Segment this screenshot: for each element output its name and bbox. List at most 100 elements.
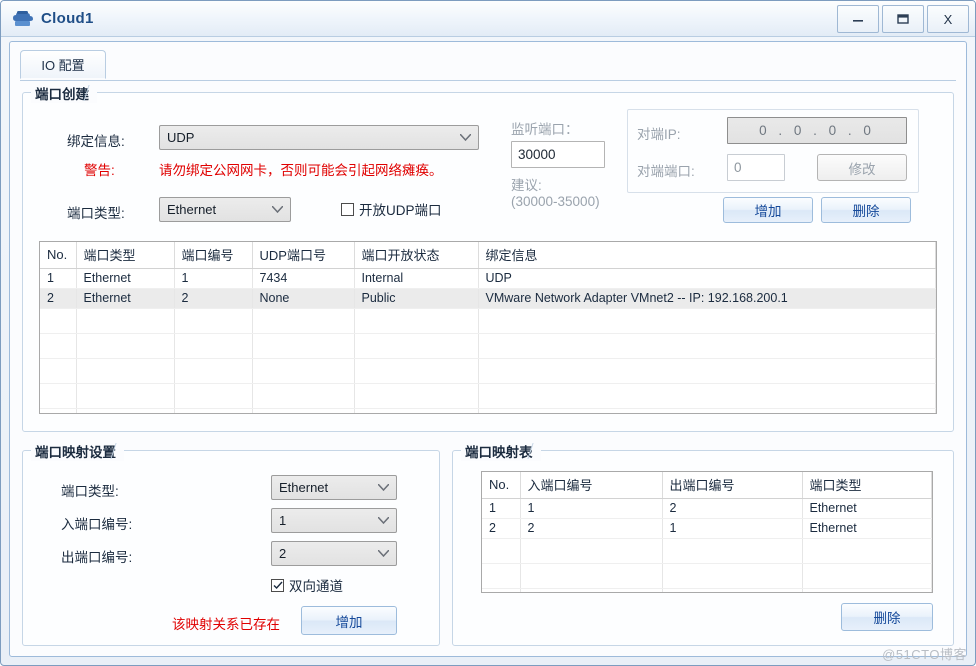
column-header-0[interactable]: No. [40, 242, 77, 269]
tab-io-config-label: IO 配置 [41, 58, 85, 73]
cloud-icon [13, 10, 33, 26]
table-cell-0: 1 [40, 268, 77, 289]
suggest-range: (30000-35000) [511, 194, 600, 209]
port-create-title: 端口创建 [31, 83, 97, 103]
listen-port-input[interactable]: 30000 [511, 141, 605, 168]
table-cell-empty [174, 358, 253, 384]
peer-ip-label: 对端IP: [637, 127, 681, 142]
out-port-value: 2 [279, 546, 287, 561]
column-header-1[interactable]: 入端口编号 [520, 472, 663, 499]
mapping-settings-title: 端口映射设置 [31, 441, 124, 461]
check-icon [273, 581, 283, 589]
mapping-table-title: 端口映射表 [461, 441, 541, 461]
column-header-3[interactable]: 端口类型 [802, 472, 932, 499]
modify-button[interactable]: 修改 [817, 154, 907, 181]
table-cell-0: 2 [40, 288, 77, 309]
bidirectional-checkbox[interactable]: 双向通道 [271, 575, 343, 595]
mapping-error-text: 该映射关系已存在 [172, 617, 280, 632]
port-type-select[interactable]: Ethernet [159, 197, 291, 222]
mapping-add-button[interactable]: 增加 [301, 606, 397, 635]
in-port-value: 1 [279, 513, 287, 528]
maximize-icon [897, 14, 909, 24]
table-row-empty[interactable] [40, 308, 936, 334]
table-cell-1: 1 [520, 498, 663, 519]
close-button[interactable]: X [927, 5, 969, 33]
column-header-3[interactable]: UDP端口号 [252, 242, 355, 269]
table-cell-2: 1 [174, 268, 253, 289]
tab-strip: IO 配置 [20, 50, 956, 81]
table-cell-1: Ethernet [76, 288, 175, 309]
table-row-empty[interactable] [482, 538, 932, 564]
open-udp-checkbox[interactable]: 开放UDP端口 [341, 199, 442, 219]
table-cell-empty [354, 383, 479, 409]
table-cell-1: Ethernet [76, 268, 175, 289]
column-header-2[interactable]: 端口编号 [174, 242, 253, 269]
table-row-empty[interactable] [40, 333, 936, 359]
column-header-0[interactable]: No. [482, 472, 521, 499]
mapping-port-type-select[interactable]: Ethernet [271, 475, 397, 500]
table-cell-empty [174, 333, 253, 359]
suggest-label: 建议: [511, 178, 542, 193]
table-row[interactable]: 2 2 1 Ethernet [482, 518, 932, 539]
table-cell-empty [478, 408, 936, 413]
modify-label: 修改 [848, 161, 876, 177]
table-row[interactable]: 1 1 2 Ethernet [482, 498, 932, 519]
tab-io-config[interactable]: IO 配置 [20, 50, 106, 79]
mapping-table-group: 端口映射表 No. 入端口编号 出端口编号 端口类型 1 1 2 Ethernet 2 2 1 Et… [452, 441, 954, 646]
table-row-empty[interactable] [482, 588, 932, 592]
listen-port-value: 30000 [518, 147, 556, 162]
table-cell-2: 2 [174, 288, 253, 309]
table-row[interactable]: 1 Ethernet 1 7434 Internal UDP [40, 268, 936, 289]
peer-port-label: 对端端口: [637, 164, 695, 179]
mapping-delete-button[interactable]: 删除 [841, 603, 933, 631]
peer-port-value: 0 [734, 160, 742, 175]
table-cell-empty [354, 333, 479, 359]
maximize-button[interactable] [882, 5, 924, 33]
in-port-label: 入端口编号: [61, 517, 133, 532]
binding-info-label: 绑定信息: [67, 134, 125, 149]
out-port-select[interactable]: 2 [271, 541, 397, 566]
table-cell-1: 2 [520, 518, 663, 539]
table-cell-empty [76, 358, 175, 384]
out-port-label: 出端口编号: [61, 550, 133, 565]
table-cell-empty [482, 588, 521, 592]
mapping-table-grid: No. 入端口编号 出端口编号 端口类型 1 1 2 Ethernet 2 2 1 Ethernet [482, 472, 932, 592]
table-cell-empty [40, 358, 77, 384]
add-port-button[interactable]: 增加 [723, 197, 813, 223]
binding-info-select[interactable]: UDP [159, 125, 479, 150]
mapping-table[interactable]: No. 入端口编号 出端口编号 端口类型 1 1 2 Ethernet 2 2 1 Ethernet [481, 471, 933, 593]
table-cell-empty [662, 588, 803, 592]
minimize-button[interactable] [837, 5, 879, 33]
mapping-settings-group: 端口映射设置 端口类型: Ethernet 入端口编号: 1 出端口编号: 2 [22, 441, 440, 646]
table-cell-empty [662, 538, 803, 564]
table-cell-empty [174, 408, 253, 413]
peer-ip-input[interactable]: 0 . 0 . 0 . 0 [727, 117, 907, 144]
chevron-down-icon [272, 206, 283, 213]
column-header-5[interactable]: 绑定信息 [478, 242, 936, 269]
chevron-down-icon [378, 550, 389, 557]
table-cell-empty [76, 383, 175, 409]
watermark: @51CTO博客 [882, 647, 967, 662]
table-cell-empty [354, 358, 479, 384]
table-row-empty[interactable] [40, 383, 936, 409]
mapping-port-type-value: Ethernet [279, 480, 329, 495]
table-row-empty[interactable] [40, 358, 936, 384]
delete-port-label: 删除 [852, 204, 880, 219]
column-header-1[interactable]: 端口类型 [76, 242, 175, 269]
table-row[interactable]: 2 Ethernet 2 None Public VMware Network Adapt… [40, 288, 936, 309]
column-header-4[interactable]: 端口开放状态 [354, 242, 479, 269]
table-row-empty[interactable] [482, 563, 932, 589]
table-cell-empty [802, 563, 932, 589]
in-port-select[interactable]: 1 [271, 508, 397, 533]
table-row-empty[interactable] [40, 408, 936, 413]
table-cell-0: 1 [482, 498, 521, 519]
mapping-add-label: 增加 [335, 614, 363, 630]
table-cell-empty [662, 563, 803, 589]
peer-port-input[interactable]: 0 [727, 154, 785, 181]
port-table[interactable]: No. 端口类型 端口编号 UDP端口号 端口开放状态 绑定信息 1 Ethernet 1 74… [39, 241, 937, 414]
table-cell-2: 1 [662, 518, 803, 539]
column-header-2[interactable]: 出端口编号 [662, 472, 803, 499]
table-cell-empty [482, 563, 521, 589]
table-cell-empty [478, 383, 936, 409]
delete-port-button[interactable]: 删除 [821, 197, 911, 223]
